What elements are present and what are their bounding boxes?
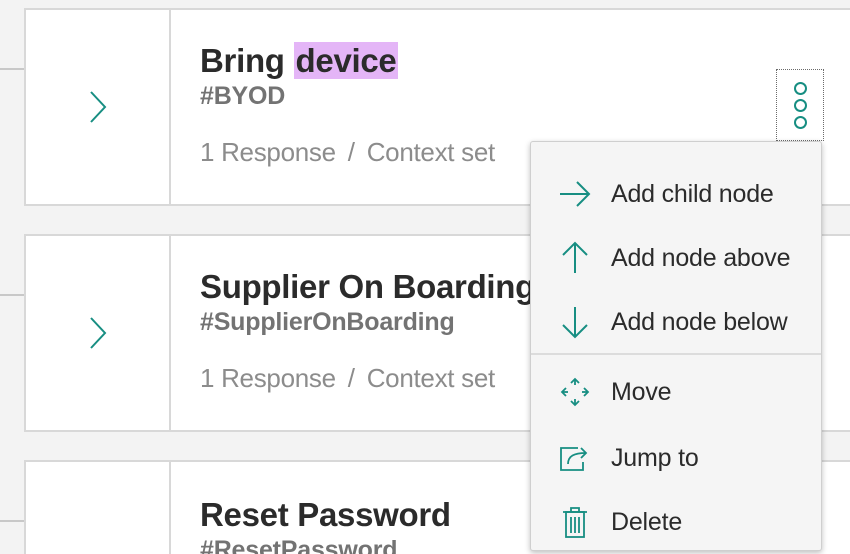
search-highlight: device [293,42,399,79]
trash-icon [557,504,593,540]
menu-item-add-node-above[interactable]: Add node above [531,228,821,288]
tree-connector [0,294,26,296]
menu-item-move[interactable]: Move [531,362,821,422]
meta-separator: / [347,137,355,167]
node-tag: #SupplierOnBoarding [200,308,455,336]
response-count: 1 Response [200,363,336,393]
menu-item-label: Jump to [611,443,699,472]
jump-to-icon [557,440,593,476]
chevron-right-icon [89,91,106,123]
arrow-up-icon [557,240,593,276]
menu-item-label: Add node below [611,307,788,336]
context-status: Context set [366,137,496,167]
menu-item-label: Move [611,377,672,406]
context-status: Context set [366,363,496,393]
node-tag: #BYOD [200,82,286,110]
menu-item-label: Delete [611,507,683,536]
overflow-menu-button[interactable] [776,69,824,141]
node-meta: 1 Response / Context set [200,137,495,168]
menu-item-delete[interactable]: Delete [531,492,821,552]
tree-connector [0,68,26,70]
move-icon [557,374,593,410]
tree-connector [0,520,26,522]
menu-item-label: Add child node [611,179,774,208]
dot-icon [793,98,807,112]
arrow-down-icon [557,304,593,340]
node-title: Reset Password [200,496,451,533]
expand-toggle[interactable] [26,462,171,554]
expand-toggle[interactable] [26,10,171,204]
node-tag: #ResetPassword [200,536,398,554]
response-count: 1 Response [200,137,336,167]
expand-toggle[interactable] [26,236,171,430]
menu-item-label: Add node above [611,243,791,272]
chevron-right-icon [89,317,106,349]
arrow-right-icon [557,176,593,212]
node-title: Supplier On Boarding [200,268,536,305]
node-context-menu: Add child node Add node above Add node b… [530,141,822,551]
dot-icon [793,81,807,95]
menu-divider [531,353,821,355]
dot-icon [793,115,807,129]
meta-separator: / [347,363,355,393]
menu-item-jump-to[interactable]: Jump to [531,428,821,488]
node-title: Bring device [200,42,399,79]
node-meta: 1 Response / Context set [200,363,535,394]
menu-item-add-child-node[interactable]: Add child node [531,164,821,224]
menu-item-add-node-below[interactable]: Add node below [531,292,821,352]
